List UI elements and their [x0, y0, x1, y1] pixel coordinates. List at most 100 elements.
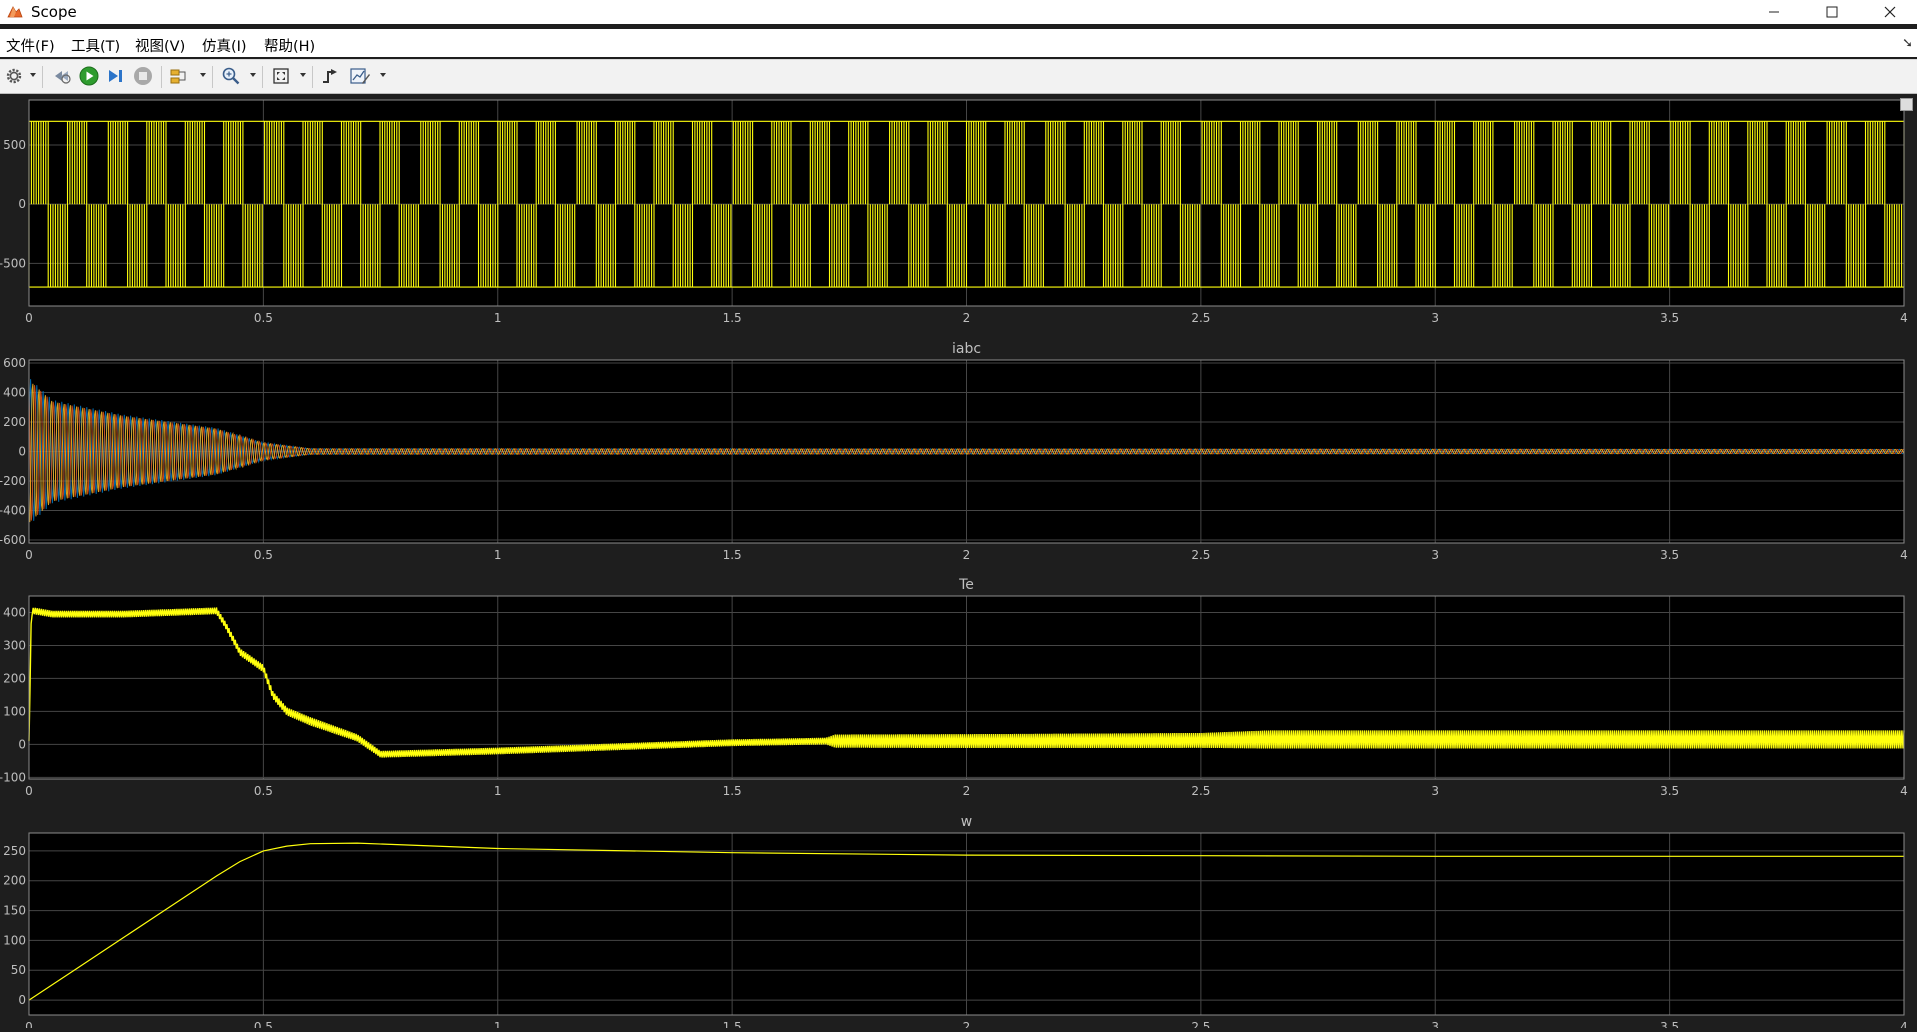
y-tick-label: 250 — [3, 844, 26, 858]
menu-bar: 文件(F) 工具(T) 视图(V) 仿真(I) 帮助(H) ➘ — [0, 29, 1917, 57]
y-tick-label: 200 — [3, 874, 26, 888]
close-icon — [1884, 6, 1896, 18]
x-tick-label: 2 — [963, 311, 971, 325]
x-tick-label: 2 — [963, 1020, 971, 1028]
x-tick-label: 1.5 — [723, 1020, 742, 1028]
minimize-icon — [1769, 11, 1779, 13]
x-tick-label: 3.5 — [1660, 548, 1679, 562]
y-tick-label: 600 — [3, 356, 26, 370]
stop-icon — [134, 67, 152, 85]
x-tick-label: 3.5 — [1660, 784, 1679, 798]
window-title: Scope — [31, 3, 77, 21]
run-icon — [79, 66, 99, 86]
y-tick-label: 0 — [18, 737, 26, 751]
axes-title-iabc: iabc — [952, 341, 981, 357]
y-tick-label: 0 — [18, 445, 26, 459]
x-tick-label: 3 — [1431, 548, 1439, 562]
highlight-block-button[interactable] — [168, 65, 192, 87]
fit-view-button[interactable] — [269, 65, 293, 87]
y-tick-label: 50 — [11, 963, 26, 977]
y-tick-label: -500 — [0, 256, 26, 270]
toolbar-separator — [312, 66, 313, 88]
x-tick-label: 4 — [1900, 784, 1908, 798]
undock-button[interactable] — [1900, 98, 1913, 111]
close-button[interactable] — [1862, 0, 1917, 24]
x-tick-label: 1 — [494, 1020, 502, 1028]
y-tick-label: 100 — [3, 933, 26, 947]
y-tick-label: 400 — [3, 605, 26, 619]
x-tick-label: 1 — [494, 784, 502, 798]
toolbar-separator — [42, 66, 43, 88]
fit-view-icon — [273, 68, 289, 84]
zoom-dropdown-arrow[interactable] — [250, 73, 256, 77]
menu-file[interactable]: 文件(F) — [6, 35, 55, 56]
measurements-icon — [350, 68, 370, 84]
measurements-button[interactable] — [348, 65, 372, 87]
rewind-icon — [55, 71, 71, 84]
x-tick-label: 3.5 — [1660, 311, 1679, 325]
highlight-dropdown-arrow[interactable] — [200, 73, 206, 77]
settings-dropdown-arrow[interactable] — [30, 73, 36, 77]
step-back-button[interactable] — [50, 65, 74, 87]
y-tick-label: -100 — [0, 770, 26, 784]
x-tick-label: 0 — [25, 1020, 33, 1028]
x-tick-label: 2.5 — [1191, 784, 1210, 798]
axes-te[interactable]: 0 0.5 1 1.5 2 2.5 3 3.5 4-1000100200300400Te — [0, 577, 1908, 798]
x-tick-label: 2 — [963, 548, 971, 562]
x-tick-label: 1.5 — [723, 311, 742, 325]
scope-app-icon — [7, 6, 23, 18]
settings-button[interactable] — [2, 65, 26, 87]
x-tick-label: 0 — [25, 311, 33, 325]
maximize-icon — [1826, 6, 1838, 18]
dock-arrow-icon[interactable]: ➘ — [1902, 36, 1913, 51]
y-tick-label: 0 — [18, 993, 26, 1007]
menu-simulation[interactable]: 仿真(I) — [202, 35, 247, 56]
axes-iabc[interactable]: 0 0.5 1 1.5 2 2.5 3 3.5 4 -600 -400 -200 0 200 400 600 i… — [0, 341, 1908, 562]
y-tick-label: 400 — [3, 385, 26, 399]
x-tick-label: 1.5 — [723, 548, 742, 562]
y-tick-label: 200 — [3, 415, 26, 429]
y-tick-label: 500 — [3, 138, 26, 152]
x-tick-label: 4 — [1900, 1020, 1908, 1028]
measurements-dropdown-arrow[interactable] — [380, 73, 386, 77]
x-tick-label: 4 — [1900, 311, 1908, 325]
x-tick-label: 4 — [1900, 548, 1908, 562]
fit-view-dropdown-arrow[interactable] — [300, 73, 306, 77]
y-tick-label: -200 — [0, 474, 26, 488]
zoom-button[interactable] — [219, 65, 243, 87]
y-tick-label: 200 — [3, 671, 26, 685]
title-bar: Scope — [0, 0, 1917, 24]
axes-title-te: Te — [958, 577, 974, 593]
axes-voltage[interactable]: 0 0.5 1 1.5 2 2.5 3 3.5 4 -500 0 500 — [0, 99, 1908, 325]
y-tick-label: 300 — [3, 638, 26, 652]
axes-w[interactable]: 0 0.5 1 1.5 2 2.5 3 3.5 4 0 50 100 150 200 250 w — [3, 814, 1908, 1032]
x-tick-label: 3 — [1431, 784, 1439, 798]
step-forward-icon — [109, 70, 122, 82]
step-forward-button[interactable] — [104, 65, 128, 87]
triggers-button[interactable] — [318, 65, 342, 87]
y-tick-label: -400 — [0, 504, 26, 518]
minimize-button[interactable] — [1746, 0, 1802, 24]
x-tick-label: 0.5 — [254, 311, 273, 325]
x-tick-label: 3 — [1431, 311, 1439, 325]
axes-title-w: w — [961, 814, 972, 830]
stop-button[interactable] — [131, 65, 155, 87]
run-button[interactable] — [77, 65, 101, 87]
y-tick-label: 150 — [3, 904, 26, 918]
x-tick-label: 2.5 — [1191, 1020, 1210, 1028]
gear-icon — [6, 68, 22, 84]
menu-view[interactable]: 视图(V) — [135, 35, 185, 56]
menu-help[interactable]: 帮助(H) — [264, 35, 315, 56]
y-tick-label: 0 — [18, 197, 26, 211]
x-tick-label: 1 — [494, 548, 502, 562]
scope-display: 0 0.5 1 1.5 2 2.5 3 3.5 4 -500 0 500 0 0.5 1 1.5 2 2.5 3 3… — [0, 93, 1917, 1032]
maximize-button[interactable] — [1804, 0, 1860, 24]
x-tick-label: 2.5 — [1191, 311, 1210, 325]
x-tick-label: 2.5 — [1191, 548, 1210, 562]
y-tick-label: 100 — [3, 704, 26, 718]
menu-tools[interactable]: 工具(T) — [71, 35, 120, 56]
x-tick-label: 1.5 — [723, 784, 742, 798]
y-tick-label: -600 — [0, 533, 26, 547]
triggers-icon — [323, 69, 337, 83]
toolbar — [0, 59, 1917, 94]
